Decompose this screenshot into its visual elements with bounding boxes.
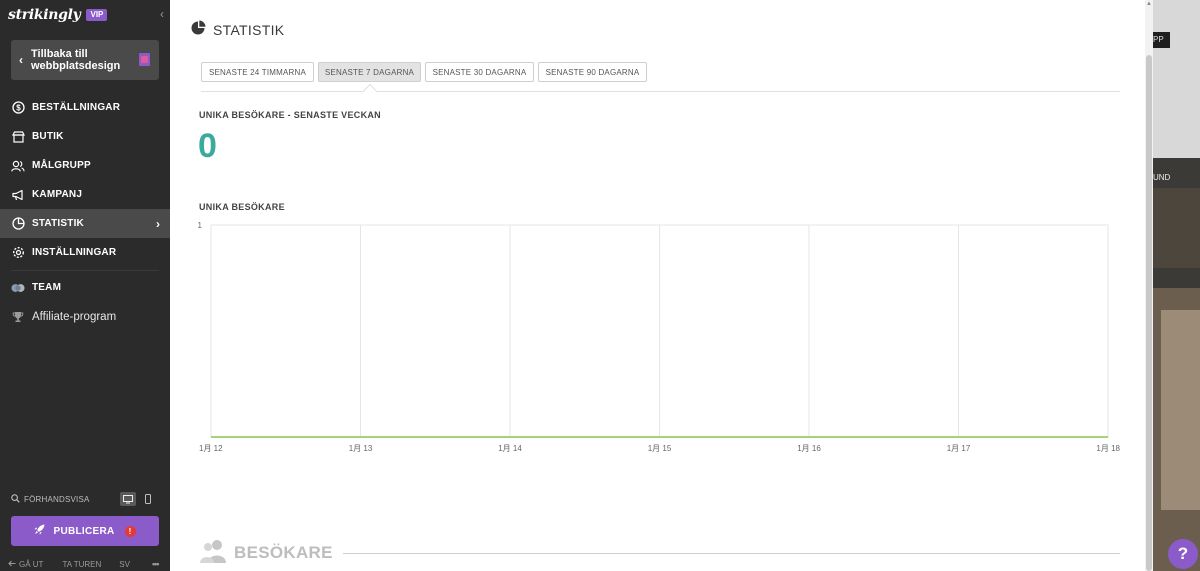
- visitors-section-title: BESÖKARE: [234, 543, 333, 562]
- tab-last-90-days[interactable]: SENASTE 90 DAGARNA: [538, 62, 647, 82]
- chart-x-tick-label: 1月 18: [1096, 444, 1120, 453]
- more-menu-icon[interactable]: •••: [152, 559, 160, 569]
- sidebar-item-label: TEAM: [32, 282, 62, 293]
- chart-y-tick-label: 1: [198, 221, 203, 230]
- gear-icon: [11, 246, 25, 260]
- sidebar-item-orders[interactable]: $ BESTÄLLNINGAR: [0, 93, 170, 122]
- section-divider: [342, 552, 1120, 554]
- visitors-section-header: BESÖKARE: [200, 539, 1120, 567]
- chart-x-tick-label: 1月 14: [498, 444, 522, 453]
- sidebar-item-label: BUTIK: [32, 131, 64, 142]
- preview-block: [1153, 188, 1200, 268]
- audience-icon: [11, 159, 25, 173]
- trophy-icon: [11, 310, 25, 324]
- publish-alert-badge: !: [124, 525, 136, 537]
- chevron-left-icon: ‹: [19, 53, 23, 67]
- chart-x-tick-label: 1月 16: [797, 444, 821, 453]
- svg-text:$: $: [16, 103, 21, 112]
- chart-x-tick-label: 1月 17: [947, 444, 971, 453]
- exit-link[interactable]: GÅ UT: [19, 560, 43, 569]
- brand[interactable]: strikingly VIP: [8, 6, 108, 24]
- pie-chart-icon: [190, 20, 206, 41]
- pie-chart-icon: [11, 217, 25, 231]
- team-icon: [11, 281, 25, 295]
- sidebar-item-affiliate[interactable]: Affiliate-program: [0, 302, 170, 331]
- sidebar-item-label: Affiliate-program: [32, 310, 117, 323]
- preview-image: [1161, 310, 1200, 510]
- desktop-preview-icon[interactable]: [120, 492, 136, 506]
- preview-text-fragment: UND: [1153, 173, 1171, 182]
- preview-block: [1153, 0, 1200, 158]
- mobile-preview-icon[interactable]: [140, 492, 156, 506]
- chevron-right-icon: ›: [156, 216, 160, 231]
- unique-visitors-week-label: UNIKA BESÖKARE - SENASTE VECKAN: [199, 110, 381, 120]
- site-preview-background: PP UND: [1153, 0, 1200, 571]
- preview-label[interactable]: FÖRHANDSVISA: [24, 495, 90, 504]
- rocket-icon: [34, 522, 45, 540]
- back-to-site-design-button[interactable]: ‹ Tillbaka till webbplatsdesign: [11, 40, 159, 80]
- collapse-sidebar-icon[interactable]: ‹: [156, 6, 168, 22]
- sidebar-item-audience[interactable]: MÅLGRUPP: [0, 151, 170, 180]
- sidebar-item-team[interactable]: TEAM: [0, 273, 170, 302]
- exit-icon: [8, 560, 16, 569]
- preview-app-fragment: PP: [1153, 32, 1170, 48]
- search-icon: [11, 490, 20, 508]
- unique-visitors-week-value: 0: [198, 127, 217, 165]
- tabs-divider: [201, 91, 1120, 92]
- dollar-circle-icon: $: [11, 101, 25, 115]
- sidebar-item-campaign[interactable]: KAMPANJ: [0, 180, 170, 209]
- chart-x-tick-label: 1月 12: [199, 444, 223, 453]
- take-tour-link[interactable]: TA TUREN: [62, 560, 101, 569]
- store-icon: [11, 130, 25, 144]
- tab-last-7-days[interactable]: SENASTE 7 DAGARNA: [318, 62, 421, 82]
- site-design-icon: [139, 53, 150, 66]
- scrollbar-thumb[interactable]: [1146, 55, 1152, 571]
- chart-x-tick-label: 1月 13: [349, 444, 373, 453]
- sidebar-item-label: STATISTIK: [32, 218, 84, 229]
- chart-x-tick-label: 1月 15: [648, 444, 672, 453]
- strikingly-logo: strikingly: [8, 7, 81, 23]
- help-button[interactable]: ?: [1168, 539, 1198, 569]
- tab-last-24-hours[interactable]: SENASTE 24 TIMMARNA: [201, 62, 314, 82]
- statistics-panel: STATISTIK SENASTE 24 TIMMARNA SENASTE 7 …: [170, 0, 1153, 571]
- language-selector[interactable]: SV: [119, 560, 130, 569]
- sidebar-item-label: KAMPANJ: [32, 189, 83, 200]
- publish-label: PUBLICERA: [53, 525, 115, 537]
- vip-badge: VIP: [86, 9, 108, 21]
- preview-row: FÖRHANDSVISA: [11, 491, 159, 507]
- tab-last-30-days[interactable]: SENASTE 30 DAGARNA: [425, 62, 534, 82]
- period-tabs: SENASTE 24 TIMMARNA SENASTE 7 DAGARNA SE…: [201, 62, 651, 82]
- sidebar-item-store[interactable]: BUTIK: [0, 122, 170, 151]
- users-icon: [200, 539, 228, 568]
- megaphone-icon: [11, 188, 25, 202]
- sidebar-footer: GÅ UT TA TUREN SV •••: [8, 558, 164, 570]
- publish-button[interactable]: PUBLICERA !: [11, 516, 159, 546]
- sidebar-item-label: INSTÄLLNINGAR: [32, 247, 117, 258]
- scroll-up-icon[interactable]: ▲: [1145, 0, 1153, 8]
- sidebar-divider: [11, 270, 159, 271]
- unique-visitors-chart-title: UNIKA BESÖKARE: [199, 202, 285, 212]
- sidebar-item-statistics[interactable]: STATISTIK ›: [0, 209, 170, 238]
- sidebar-item-settings[interactable]: INSTÄLLNINGAR: [0, 238, 170, 267]
- selected-tab-indicator: [362, 83, 378, 99]
- scrollbar[interactable]: ▲: [1145, 0, 1153, 571]
- sidebar: strikingly VIP ‹ ‹ Tillbaka till webbpla…: [0, 0, 170, 571]
- page-header: STATISTIK: [190, 20, 284, 40]
- sidebar-item-label: BESTÄLLNINGAR: [32, 102, 121, 113]
- unique-visitors-chart: 1 1月 12 1月 13 1月 14 1月 15 1月 16 1月 17 1月 18: [198, 221, 1121, 453]
- sidebar-item-label: MÅLGRUPP: [32, 160, 91, 171]
- page-title: STATISTIK: [213, 22, 285, 38]
- back-button-label: Tillbaka till webbplatsdesign: [31, 48, 121, 72]
